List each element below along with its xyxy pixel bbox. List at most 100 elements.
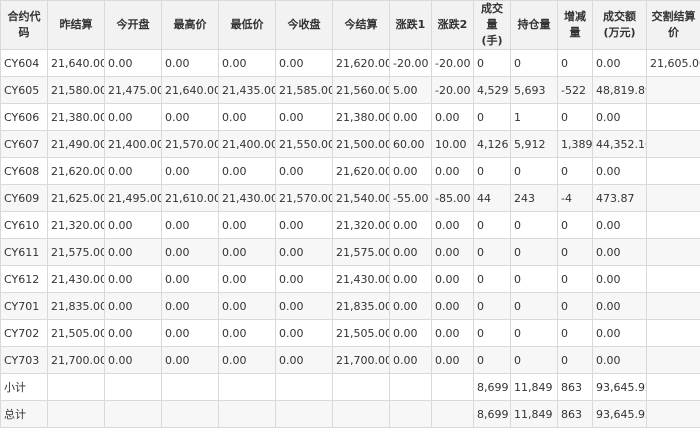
cell-volume: 44 [473,184,511,212]
cell-turnover: 48,819.89 [592,76,647,104]
table-row: CY612 21,430.00 0.00 0.00 0.00 0.00 21,4… [0,265,700,293]
cell-turnover: 0.00 [592,265,647,293]
header-row: 合约代码 昨结算 今开盘 最高价 最低价 今收盘 今结算 涨跌1 涨跌2 成交量… [0,0,700,50]
cell-turnover: 44,352.16 [592,130,647,158]
cell-open [104,373,162,401]
cell-change1: 0.00 [389,319,432,347]
cell-volume: 8,699 [473,373,511,401]
cell-turnover: 0.00 [592,49,647,77]
cell-low: 0.00 [218,265,276,293]
table-row: CY610 21,320.00 0.00 0.00 0.00 0.00 21,3… [0,211,700,239]
cell-prev-settle: 21,580.00 [47,76,105,104]
cell-change2: 0.00 [431,157,474,185]
cell-prev-settle: 21,430.00 [47,265,105,293]
cell-settle: 21,505.00 [332,319,390,347]
cell-volume: 0 [473,103,511,131]
cell-settle: 21,500.00 [332,130,390,158]
cell-settle: 21,620.00 [332,49,390,77]
cell-change2: -85.00 [431,184,474,212]
col-change2: 涨跌2 [431,0,474,50]
cell-change1 [389,400,432,428]
cell-volume: 0 [473,319,511,347]
cell-close: 0.00 [275,103,333,131]
cell-change2: 0.00 [431,292,474,320]
cell-close: 0.00 [275,238,333,266]
col-close: 今收盘 [275,0,333,50]
cell-delivery-settle [646,103,700,131]
cell-open: 0.00 [104,265,162,293]
cell-oi-change: 0 [557,292,593,320]
cell-volume: 4,126 [473,130,511,158]
cell-high: 21,610.00 [161,184,219,212]
cell-delivery-settle [646,346,700,374]
cell-settle [332,400,390,428]
cell-turnover: 0.00 [592,238,647,266]
cell-high [161,373,219,401]
cell-contract-code: CY606 [0,103,48,131]
cell-oi-change: 0 [557,49,593,77]
cell-low: 0.00 [218,292,276,320]
cell-turnover: 0.00 [592,157,647,185]
cell-contract-code: CY703 [0,346,48,374]
cell-change1: -20.00 [389,49,432,77]
cell-open: 21,400.00 [104,130,162,158]
cell-change2: -20.00 [431,76,474,104]
table-row: CY609 21,625.00 21,495.00 21,610.00 21,4… [0,184,700,212]
cell-oi-change: 0 [557,211,593,239]
cell-low [218,373,276,401]
table-row: CY607 21,490.00 21,400.00 21,570.00 21,4… [0,130,700,158]
cell-oi-change: 863 [557,373,593,401]
col-low: 最低价 [218,0,276,50]
cell-high: 0.00 [161,265,219,293]
cell-change1: 0.00 [389,346,432,374]
cell-prev-settle: 21,625.00 [47,184,105,212]
cell-prev-settle: 21,490.00 [47,130,105,158]
cell-turnover: 0.00 [592,319,647,347]
cell-delivery-settle [646,76,700,104]
cell-contract-code: CY604 [0,49,48,77]
cell-change2: -20.00 [431,49,474,77]
table-row: CY605 21,580.00 21,475.00 21,640.00 21,4… [0,76,700,104]
cell-volume: 0 [473,292,511,320]
cell-change2: 10.00 [431,130,474,158]
cell-delivery-settle [646,400,700,428]
cell-high: 0.00 [161,346,219,374]
cell-oi-change: 1,389 [557,130,593,158]
col-turnover: 成交额(万元) [592,0,647,50]
cell-change1: 0.00 [389,211,432,239]
cell-volume: 0 [473,49,511,77]
cell-open-interest: 5,912 [510,130,558,158]
cell-oi-change: -522 [557,76,593,104]
cell-contract-code: CY612 [0,265,48,293]
cell-high: 0.00 [161,292,219,320]
futures-settlement-table: 合约代码 昨结算 今开盘 最高价 最低价 今收盘 今结算 涨跌1 涨跌2 成交量… [0,0,700,428]
cell-change2: 0.00 [431,319,474,347]
cell-close: 0.00 [275,346,333,374]
cell-row-label: 小计 [0,373,48,401]
cell-delivery-settle [646,157,700,185]
cell-contract-code: CY608 [0,157,48,185]
col-delivery-settle: 交割结算价 [646,0,700,50]
cell-change2: 0.00 [431,211,474,239]
cell-change1: 0.00 [389,103,432,131]
cell-prev-settle: 21,380.00 [47,103,105,131]
cell-change2 [431,373,474,401]
cell-change2: 0.00 [431,265,474,293]
cell-open: 0.00 [104,49,162,77]
cell-close [275,373,333,401]
cell-change1: -55.00 [389,184,432,212]
cell-open-interest: 5,693 [510,76,558,104]
cell-close: 0.00 [275,157,333,185]
cell-close: 21,585.00 [275,76,333,104]
cell-high: 0.00 [161,103,219,131]
cell-open-interest: 0 [510,211,558,239]
cell-close: 0.00 [275,265,333,293]
cell-volume: 0 [473,346,511,374]
cell-close [275,400,333,428]
col-contract-code: 合约代码 [0,0,48,50]
cell-delivery-settle [646,265,700,293]
cell-change1: 0.00 [389,292,432,320]
cell-low: 0.00 [218,319,276,347]
cell-change1: 60.00 [389,130,432,158]
cell-row-label: 总计 [0,400,48,428]
